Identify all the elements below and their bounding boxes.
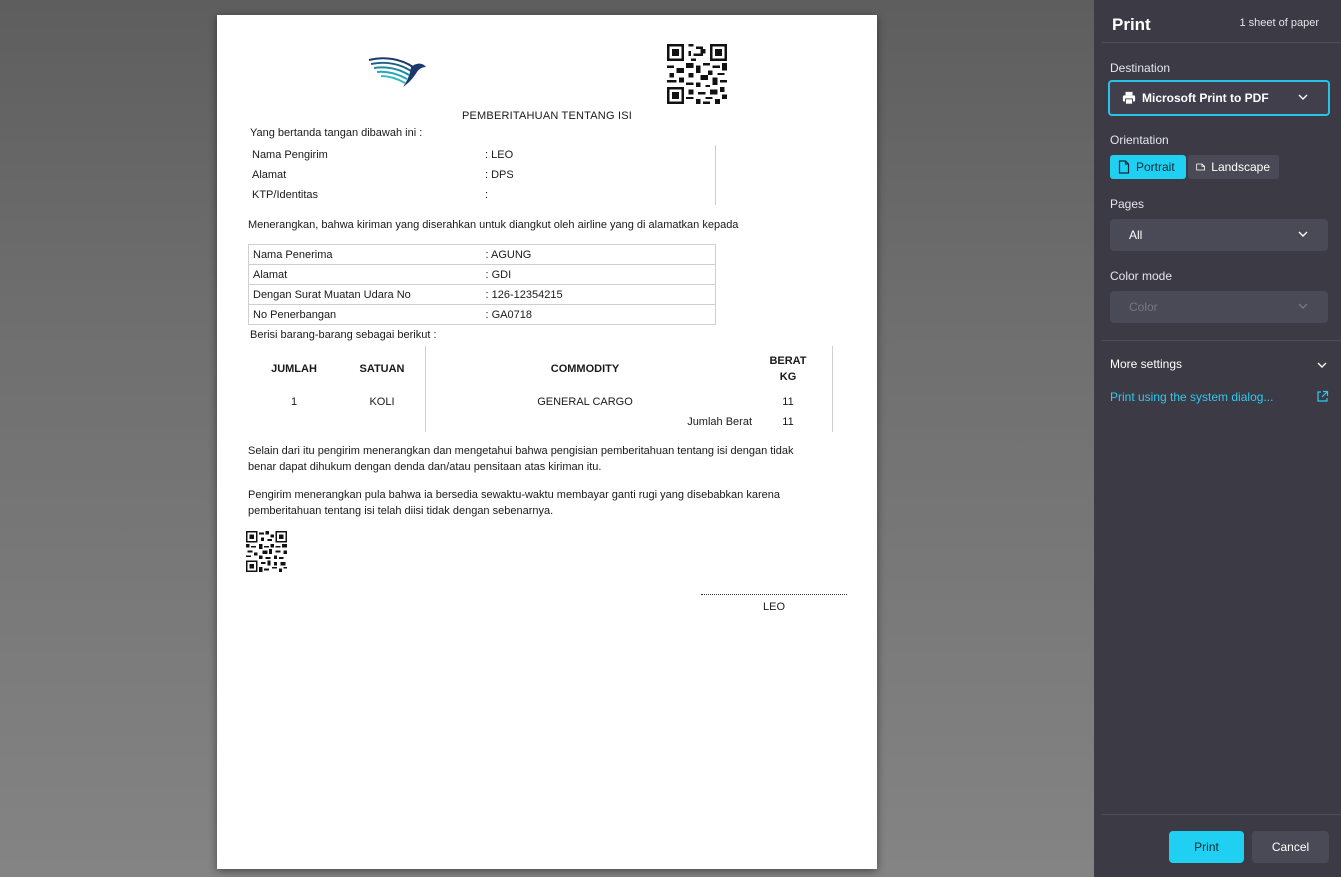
- destination-value: Microsoft Print to PDF: [1142, 91, 1269, 105]
- system-dialog-link[interactable]: Print using the system dialog...: [1110, 390, 1273, 404]
- printer-icon: [1122, 91, 1136, 105]
- goods-intro-text: Berisi barang-barang sebagai berikut :: [250, 329, 437, 341]
- print-button[interactable]: Print: [1169, 831, 1244, 863]
- header-satuan: SATUAN: [359, 363, 405, 375]
- chevron-down-icon[interactable]: [1315, 358, 1329, 372]
- intro-text: Yang bertanda tangan dibawah ini :: [250, 127, 423, 139]
- field-label: Nama Penerima: [248, 244, 482, 265]
- field-value: : AGUNG: [481, 244, 716, 265]
- landscape-page-icon: [1196, 163, 1206, 171]
- landscape-label: Landscape: [1211, 160, 1270, 174]
- chevron-down-icon: [1298, 94, 1308, 100]
- panel-title: Print: [1112, 15, 1151, 34]
- airline-logo: [368, 57, 426, 87]
- more-settings-toggle[interactable]: More settings: [1110, 357, 1182, 371]
- document-page: PEMBERITAHUAN TENTANG ISI Yang bertanda …: [217, 15, 877, 869]
- orientation-label: Orientation: [1110, 133, 1169, 147]
- field-value: : GDI: [481, 264, 716, 285]
- external-link-icon[interactable]: [1316, 390, 1329, 403]
- cancel-button[interactable]: Cancel: [1252, 831, 1329, 863]
- field-label: Alamat: [248, 264, 482, 285]
- table-divider: [715, 145, 716, 205]
- document-title: PEMBERITAHUAN TENTANG ISI: [461, 110, 633, 122]
- row-berat: 11: [782, 396, 794, 408]
- paragraph-2: Pengirim menerangkan pula bahwa ia berse…: [248, 487, 848, 519]
- portrait-button[interactable]: Portrait: [1110, 155, 1186, 179]
- destination-label: Destination: [1110, 61, 1171, 75]
- row-jumlah: 1: [290, 396, 298, 408]
- table-row: KTP/Identitas:: [248, 185, 716, 205]
- row-satuan: KOLI: [369, 396, 395, 408]
- paragraph-line: Selain dari itu pengirim menerangkan dan…: [248, 445, 794, 457]
- portrait-page-icon: [1118, 160, 1130, 174]
- header-berat: BERAT: [769, 355, 807, 367]
- goods-divider-right: [832, 346, 833, 432]
- print-settings-panel: Print 1 sheet of paper Destination Micro…: [1094, 0, 1341, 877]
- pages-label: Pages: [1110, 197, 1145, 211]
- divider: [1102, 340, 1341, 341]
- chevron-down-icon: [1298, 231, 1308, 237]
- sender-table: Nama Pengirim : LEO Alamat : DPS KTP/Ident…: [248, 145, 716, 205]
- table-row: Nama Penerima: AGUNG: [248, 244, 716, 265]
- color-mode-label: Color mode: [1110, 269, 1173, 283]
- field-value: : 126-12354215: [481, 284, 716, 305]
- qr-code-top: [667, 44, 727, 104]
- paragraph-line: Pengirim menerangkan pula bahwa ia berse…: [248, 489, 780, 501]
- field-label: Alamat: [252, 169, 287, 181]
- pages-select[interactable]: All: [1110, 219, 1328, 251]
- total-value: 11: [782, 416, 794, 428]
- field-label: Nama Pengirim: [252, 149, 328, 161]
- signature-name: LEO: [762, 601, 785, 613]
- recipient-table: Nama Penerima: AGUNG Alamat: GDI Dengan …: [248, 244, 716, 325]
- field-label: KTP/Identitas: [252, 189, 319, 201]
- goods-divider-left: [425, 346, 426, 432]
- paragraph-1: Selain dari itu pengirim menerangkan dan…: [248, 443, 848, 475]
- statement-text: Menerangkan, bahwa kiriman yang diserahk…: [248, 219, 739, 231]
- qr-code-bottom: [246, 531, 287, 572]
- divider: [1102, 42, 1341, 43]
- field-value: : GA0718: [481, 304, 716, 325]
- field-label: Dengan Surat Muatan Udara No: [248, 284, 482, 305]
- destination-select[interactable]: Microsoft Print to PDF: [1108, 80, 1330, 116]
- paragraph-line: benar dapat dihukum dengan denda dan/ata…: [248, 461, 602, 473]
- header-jumlah: JUMLAH: [271, 363, 317, 375]
- color-mode-select: Color: [1110, 291, 1328, 323]
- header-kg: KG: [779, 371, 797, 383]
- table-row: Alamat : DPS: [248, 165, 716, 185]
- color-mode-value: Color: [1129, 300, 1158, 314]
- field-value: : DPS: [485, 169, 514, 181]
- table-row: Dengan Surat Muatan Udara No: 126-123542…: [248, 284, 716, 305]
- field-value: :: [485, 189, 489, 201]
- portrait-label: Portrait: [1136, 160, 1175, 174]
- sheet-count: 1 sheet of paper: [1239, 17, 1319, 29]
- table-row: Nama Pengirim : LEO: [248, 145, 716, 165]
- divider: [1102, 814, 1341, 815]
- total-label: Jumlah Berat: [687, 416, 752, 428]
- pages-value: All: [1129, 228, 1143, 242]
- paragraph-line: pemberitahuan tentang isi telah diisi ti…: [248, 505, 554, 517]
- field-value: : LEO: [485, 149, 514, 161]
- header-commodity: COMMODITY: [550, 363, 620, 375]
- field-label: No Penerbangan: [248, 304, 482, 325]
- table-row: Alamat: GDI: [248, 264, 716, 285]
- signature-line: [701, 594, 847, 595]
- chevron-down-icon: [1298, 303, 1308, 309]
- landscape-button[interactable]: Landscape: [1188, 155, 1279, 179]
- row-commodity: GENERAL CARGO: [537, 396, 633, 408]
- table-row: No Penerbangan: GA0718: [248, 304, 716, 325]
- print-preview-area[interactable]: PEMBERITAHUAN TENTANG ISI Yang bertanda …: [0, 0, 1094, 877]
